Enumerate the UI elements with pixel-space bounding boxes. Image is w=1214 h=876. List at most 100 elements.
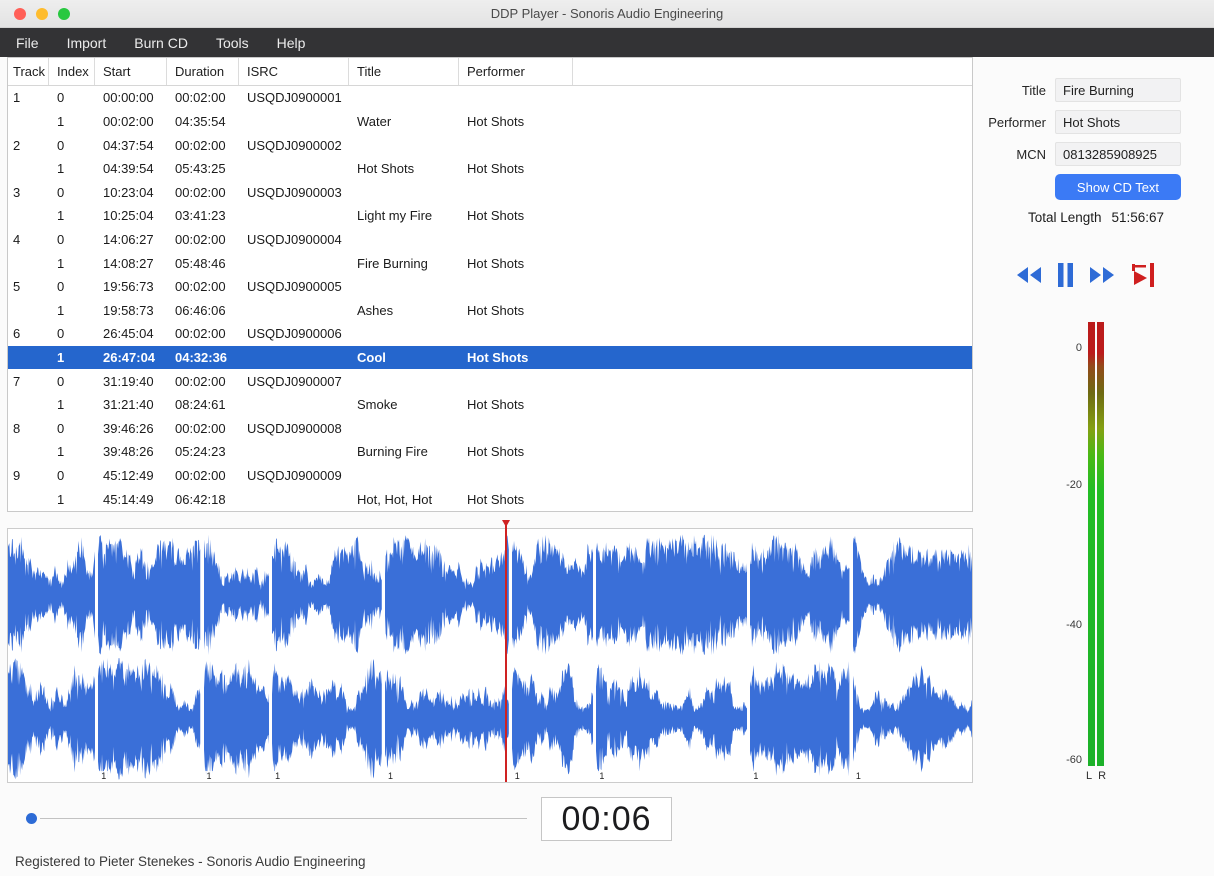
table-row[interactable]: 7 0 31:19:40 00:02:00 USQDJ0900007 xyxy=(8,369,972,393)
cell-start: 39:48:26 xyxy=(103,444,154,460)
cell-duration: 00:02:00 xyxy=(175,90,226,106)
cell-start: 26:47:04 xyxy=(103,350,156,365)
performer-field[interactable] xyxy=(1055,110,1181,134)
transport-controls xyxy=(1015,258,1185,292)
cell-title: Ashes xyxy=(357,302,394,318)
cell-duration: 05:48:46 xyxy=(175,255,226,271)
table-row[interactable]: 3 0 10:23:04 00:02:00 USQDJ0900003 xyxy=(8,180,972,204)
cell-track: 2 xyxy=(13,137,21,153)
cell-index: 0 xyxy=(57,231,65,247)
table-row[interactable]: 5 0 19:56:73 00:02:00 USQDJ0900005 xyxy=(8,275,972,299)
waveform-segment[interactable]: 1 xyxy=(98,529,201,782)
waveform-segment[interactable]: 1 xyxy=(511,529,594,782)
cell-start: 10:25:04 xyxy=(103,208,154,224)
cell-start: 26:45:04 xyxy=(103,326,154,342)
pause-icon xyxy=(1058,263,1073,287)
cell-duration: 00:02:00 xyxy=(175,279,226,295)
table-row[interactable]: 8 0 39:46:26 00:02:00 USQDJ0900008 xyxy=(8,417,972,441)
rewind-button[interactable] xyxy=(1015,265,1043,285)
cell-index: 1 xyxy=(57,208,65,224)
waveform-segment[interactable]: 1 xyxy=(596,529,748,782)
menu-item-tools[interactable]: Tools xyxy=(202,35,263,51)
cell-duration: 00:02:00 xyxy=(175,137,226,153)
pause-button[interactable] xyxy=(1057,262,1074,288)
table-row[interactable]: 1 04:39:54 05:43:25 Hot Shots Hot Shots xyxy=(8,157,972,181)
table-row[interactable]: 1 0 00:00:00 00:02:00 USQDJ0900001 xyxy=(8,86,972,110)
table-row[interactable]: 1 45:14:49 06:42:18 Hot, Hot, Hot Hot Shots xyxy=(8,487,972,511)
menu-item-burn-cd[interactable]: Burn CD xyxy=(120,35,202,51)
cell-track: 7 xyxy=(13,373,21,389)
cell-performer: Hot Shots xyxy=(467,255,525,271)
cell-duration: 04:32:36 xyxy=(175,350,228,365)
cell-duration: 08:24:61 xyxy=(175,397,226,413)
zoom-window-button[interactable] xyxy=(58,8,70,20)
table-row[interactable]: 1 14:08:27 05:48:46 Fire Burning Hot Shots xyxy=(8,251,972,275)
cell-duration: 00:02:00 xyxy=(175,420,226,436)
table-row[interactable]: 1 39:48:26 05:24:23 Burning Fire Hot Shots xyxy=(8,440,972,464)
segment-marker-label: 1 xyxy=(99,771,109,781)
menu-item-file[interactable]: File xyxy=(16,35,53,51)
table-row[interactable]: 1 00:02:00 04:35:54 Water Hot Shots xyxy=(8,110,972,134)
menu-item-help[interactable]: Help xyxy=(263,35,320,51)
cell-start: 45:14:49 xyxy=(103,491,154,507)
cell-start: 39:46:26 xyxy=(103,420,154,436)
waveform-segment[interactable]: 1 xyxy=(203,529,270,782)
meter-bars xyxy=(1088,322,1104,766)
waveform-segment[interactable]: 1 xyxy=(750,529,850,782)
level-meter: 0 -20 -40 -60 L R xyxy=(1050,322,1114,782)
cell-index: 1 xyxy=(57,255,65,271)
table-row[interactable]: 4 0 14:06:27 00:02:00 USQDJ0900004 xyxy=(8,228,972,252)
cell-duration: 00:02:00 xyxy=(175,184,226,200)
mcn-field[interactable] xyxy=(1055,142,1181,166)
cell-performer: Hot Shots xyxy=(467,350,529,365)
cell-start: 19:56:73 xyxy=(103,279,154,295)
play-to-marker-button[interactable] xyxy=(1130,260,1160,290)
segment-marker-label: 1 xyxy=(853,771,863,781)
cell-duration: 00:02:00 xyxy=(175,468,226,484)
cell-start: 04:37:54 xyxy=(103,137,154,153)
table-row[interactable]: 1 31:21:40 08:24:61 Smoke Hot Shots xyxy=(8,393,972,417)
waveform-segment[interactable]: 1 xyxy=(852,529,972,782)
cell-duration: 00:02:00 xyxy=(175,373,226,389)
column-header-spacer xyxy=(573,58,972,85)
table-row[interactable]: 1 19:58:73 06:46:06 Ashes Hot Shots xyxy=(8,298,972,322)
fast-forward-button[interactable] xyxy=(1088,265,1116,285)
title-field-label: Title xyxy=(1021,82,1046,98)
table-row[interactable]: 2 0 04:37:54 00:02:00 USQDJ0900002 xyxy=(8,133,972,157)
cell-index: 1 xyxy=(57,302,65,318)
time-value: 00:06 xyxy=(561,799,652,838)
cd-text-panel: Title Performer MCN Show CD Text Total L… xyxy=(985,78,1207,225)
show-cd-text-button[interactable]: Show CD Text xyxy=(1055,174,1181,200)
close-window-button[interactable] xyxy=(14,8,26,20)
cell-title: Light my Fire xyxy=(357,208,433,224)
waveform-segment[interactable]: 1 xyxy=(272,529,382,782)
meter-channel-left: L xyxy=(1086,770,1093,782)
cell-duration: 04:35:54 xyxy=(175,113,226,129)
position-slider-track[interactable] xyxy=(40,818,527,819)
table-row[interactable]: 6 0 26:45:04 00:02:00 USQDJ0900006 xyxy=(8,322,972,346)
waveform-display[interactable]: 1 1 1 1 1 1 1 1 xyxy=(7,520,973,783)
waveform-segment[interactable]: 1 xyxy=(384,529,509,782)
window-title: DDP Player - Sonoris Audio Engineering xyxy=(490,6,724,21)
menu-item-import[interactable]: Import xyxy=(53,35,121,51)
cell-start: 14:06:27 xyxy=(103,231,154,247)
title-field[interactable] xyxy=(1055,78,1181,102)
cell-index: 0 xyxy=(57,90,65,106)
cell-isrc: USQDJ0900002 xyxy=(247,137,342,153)
cell-title: Smoke xyxy=(357,397,398,413)
minimize-window-button[interactable] xyxy=(36,8,48,20)
cell-index: 0 xyxy=(57,184,65,200)
table-row[interactable]: 9 0 45:12:49 00:02:00 USQDJ0900009 xyxy=(8,464,972,488)
cell-title: Fire Burning xyxy=(357,255,428,271)
waveform-segment[interactable] xyxy=(8,529,96,782)
cell-duration: 05:24:23 xyxy=(175,444,226,460)
playhead-cursor[interactable] xyxy=(502,520,511,782)
meter-bar-left xyxy=(1088,322,1095,766)
cell-title: Hot, Hot, Hot xyxy=(357,491,433,507)
position-slider-thumb[interactable] xyxy=(26,813,37,824)
table-row[interactable]: 1 26:47:04 04:32:36 Cool Hot Shots xyxy=(8,345,972,370)
cell-duration: 06:46:06 xyxy=(175,302,226,318)
fast-forward-icon xyxy=(1090,267,1114,283)
cell-title: Cool xyxy=(357,350,386,365)
table-row[interactable]: 1 10:25:04 03:41:23 Light my Fire Hot Shots xyxy=(8,204,972,228)
